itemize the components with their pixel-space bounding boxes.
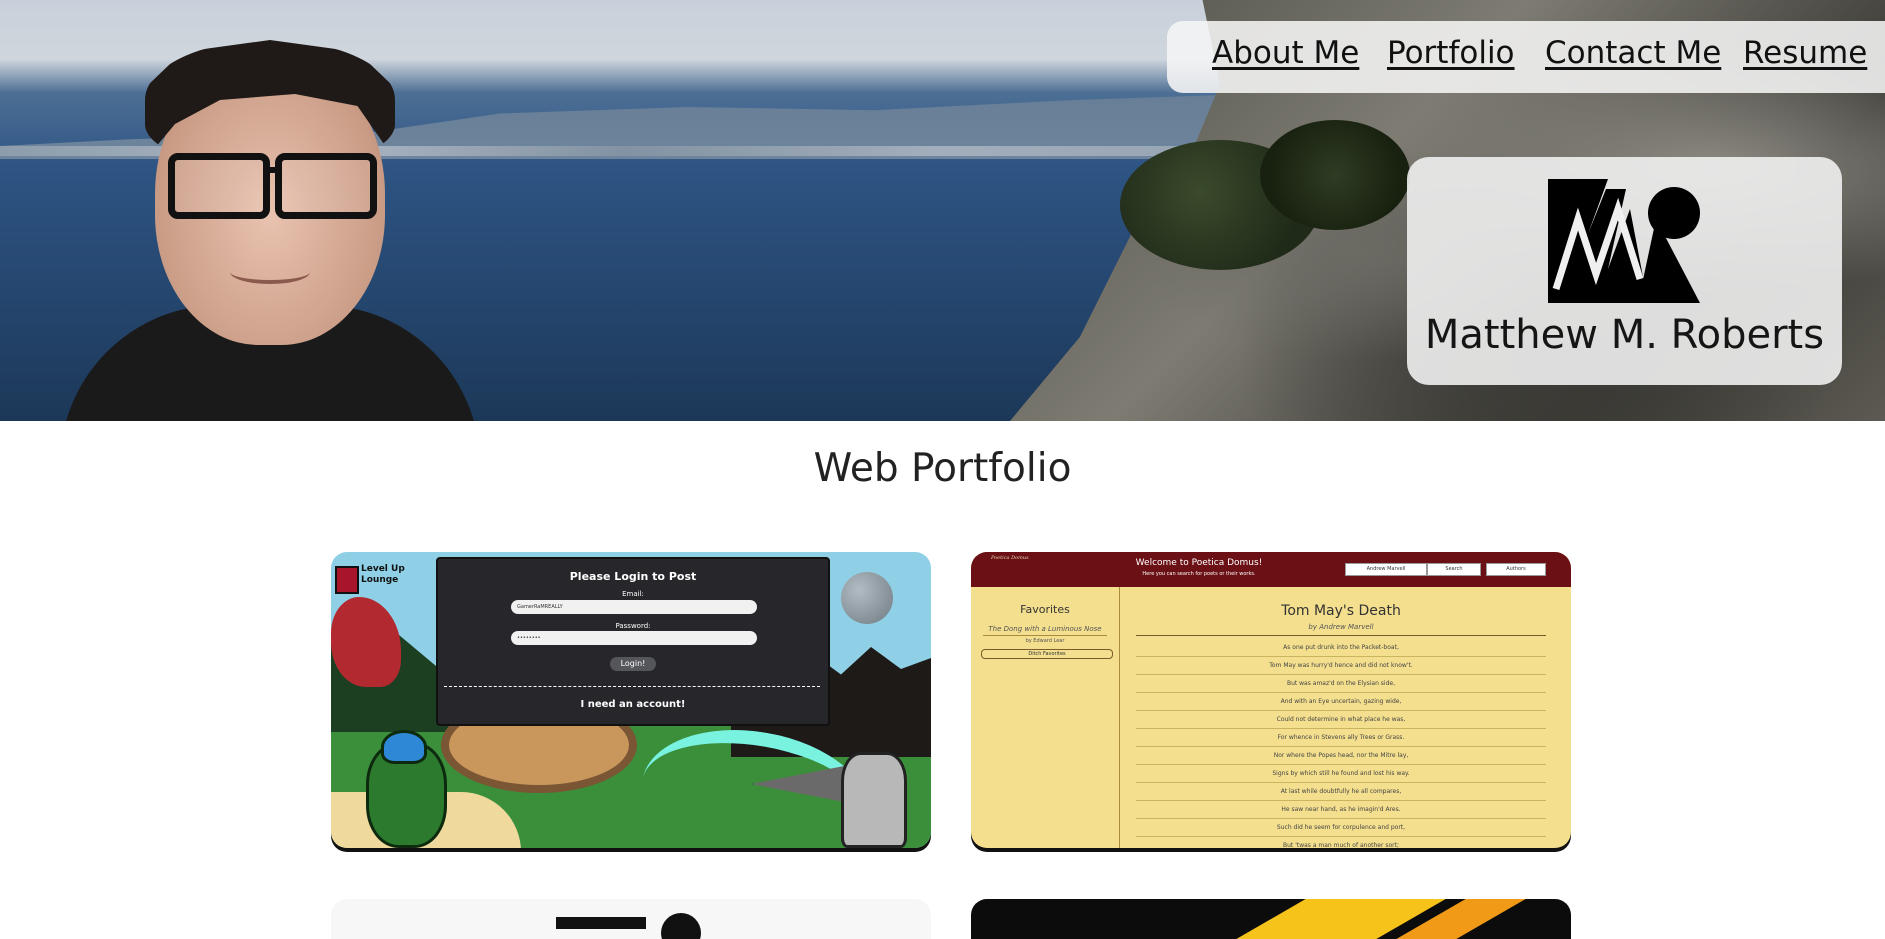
nav-link-about[interactable]: About Me: [1212, 35, 1359, 71]
email-label: Email:: [622, 590, 644, 598]
create-account-link: I need an account!: [580, 699, 686, 710]
login-button: Login!: [610, 657, 656, 671]
email-field: GamerRaMREALLY: [511, 600, 757, 614]
main-nav: About Me Portfolio Contact Me Resume: [1167, 21, 1885, 93]
page-title: Web Portfolio: [813, 446, 1072, 491]
background-tree: [1260, 120, 1410, 230]
knight-illustration: [841, 752, 907, 848]
favorite-item: The Dong with a Luminous Nose: [988, 625, 1102, 633]
poem-author: by Andrew Marvell: [1308, 623, 1374, 631]
poem-line: As one put drunk into the Packet-boat,: [1136, 639, 1546, 657]
login-title: Please Login to Post: [569, 570, 697, 583]
favorites-sidebar: Favorites The Dong with a Luminous Nose …: [971, 587, 1120, 848]
dragon-illustration: [331, 597, 401, 687]
nav-link-contact[interactable]: Contact Me: [1545, 35, 1721, 71]
poem-line: Such did he seem for corpulence and port…: [1136, 819, 1546, 837]
poem-line: He saw near hand, as he imagin'd Ares.: [1136, 801, 1546, 819]
hero-banner: About Me Portfolio Contact Me Resume Mat…: [0, 0, 1885, 421]
portfolio-card-level-up-lounge[interactable]: Level Up Lounge Please Login to Post Ema…: [331, 552, 931, 848]
poem-line: Tom May was hurry'd hence and did not kn…: [1136, 657, 1546, 675]
poem-line: Nor where the Popes head, nor the Mitre …: [1136, 747, 1546, 765]
poem-line: But was amaz'd on the Elysian side,: [1136, 675, 1546, 693]
poem-line: But 'twas a man much of another sort;: [1136, 837, 1546, 848]
favorite-author: by Edward Lear: [1025, 638, 1065, 644]
portfolio-card-poetica-domus[interactable]: Poetica Domus Welcome to Poetica Domus! …: [971, 552, 1571, 848]
poem-line: Could not determine in what place he was…: [1136, 711, 1546, 729]
authors-button: Authors: [1486, 563, 1546, 576]
profile-photo: [60, 35, 480, 421]
poem-panel: Tom May's Death by Andrew Marvell As one…: [1136, 587, 1546, 848]
poem-line: At last while doubtfully he all compares…: [1136, 783, 1546, 801]
favorites-title: Favorites: [1020, 603, 1070, 616]
app-header: Poetica Domus Welcome to Poetica Domus! …: [971, 552, 1571, 587]
poem-line: Signs by which still he found and lost h…: [1136, 765, 1546, 783]
clear-favorites-button: Ditch Favorites: [981, 649, 1113, 659]
poem-line: For whence in Stevens ally Trees or Gras…: [1136, 729, 1546, 747]
login-panel: Please Login to Post Email: GamerRaMREAL…: [436, 557, 830, 726]
moon-illustration: [841, 572, 893, 624]
nav-link-resume[interactable]: Resume: [1743, 35, 1867, 71]
search-button: Search: [1427, 563, 1481, 576]
nav-link-portfolio[interactable]: Portfolio: [1387, 35, 1515, 71]
site-owner-name: Matthew M. Roberts: [1424, 312, 1825, 358]
level-up-lounge-logo: Level Up Lounge: [335, 564, 405, 594]
portfolio-card-partial[interactable]: [331, 899, 931, 939]
password-label: Password:: [615, 622, 651, 630]
mmr-logo-icon: [1548, 179, 1700, 303]
password-field: ••••••••: [511, 631, 757, 645]
poet-search-field: Andrew Marvell: [1345, 563, 1427, 576]
portfolio-card-partial[interactable]: [971, 899, 1571, 939]
poem-title: Tom May's Death: [1281, 603, 1401, 619]
logo-card: Matthew M. Roberts: [1407, 157, 1842, 385]
poem-lines: As one put drunk into the Packet-boat, To…: [1136, 639, 1546, 848]
poem-line: And with an Eye uncertain, gazing wide,: [1136, 693, 1546, 711]
